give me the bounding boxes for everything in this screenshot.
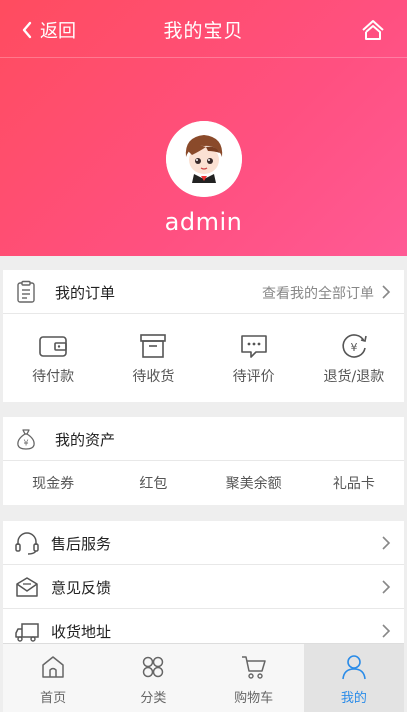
order-status-label: 待收货: [132, 369, 175, 385]
assets-header-row[interactable]: ¥ 我的资产: [3, 417, 404, 461]
tab-label: 分类: [140, 691, 167, 706]
asset-cash-coupon[interactable]: 现金券: [3, 473, 103, 493]
services-list: 售后服务 意见反馈 收货地址: [3, 521, 404, 643]
refund-icon: ¥: [342, 334, 367, 358]
chevron-right-icon: [382, 580, 391, 594]
list-item-feedback[interactable]: 意见反馈: [3, 565, 404, 609]
profile-header: 返回 我的宝贝 admin: [0, 0, 407, 256]
orders-title: 我的订单: [55, 284, 116, 302]
money-bag-icon: ¥: [17, 429, 35, 450]
tab-mine[interactable]: 我的: [303, 644, 404, 712]
order-status-label: 退货/退款: [323, 369, 385, 385]
svg-text:¥: ¥: [23, 439, 28, 448]
category-icon: [143, 656, 164, 678]
user-icon: [342, 655, 366, 680]
chevron-right-icon: [382, 285, 391, 299]
avatar[interactable]: [166, 121, 242, 197]
assets-grid: 现金券 红包 聚美余额 礼品卡: [3, 461, 404, 505]
order-status-label: 待评价: [232, 369, 275, 385]
order-refund[interactable]: ¥ 退货/退款: [304, 314, 404, 402]
order-pending-review[interactable]: 待评价: [204, 314, 304, 402]
tab-label: 首页: [40, 691, 67, 706]
list-item-label: 售后服务: [51, 535, 112, 553]
tab-label: 购物车: [234, 691, 274, 706]
tab-label: 我的: [340, 691, 367, 706]
clipboard-icon: [17, 280, 35, 303]
truck-icon: [15, 623, 39, 642]
username: admin: [164, 208, 243, 236]
bottom-tab-bar: 首页 分类 购物车 我的: [3, 643, 404, 712]
home-icon: [42, 656, 64, 678]
list-item-label: 意见反馈: [51, 579, 112, 597]
asset-red-packet[interactable]: 红包: [103, 473, 203, 493]
box-icon: [140, 334, 167, 358]
comment-icon: [240, 335, 267, 358]
cart-icon: [241, 656, 266, 679]
list-item-address[interactable]: 收货地址: [3, 609, 404, 643]
assets-title: 我的资产: [55, 431, 116, 449]
asset-balance[interactable]: 聚美余额: [204, 473, 304, 493]
orders-header-row[interactable]: 我的订单 查看我的全部订单: [3, 270, 404, 314]
tab-category[interactable]: 分类: [103, 644, 203, 712]
tab-home[interactable]: 首页: [3, 644, 103, 712]
orders-card: 我的订单 查看我的全部订单 待付款 待收货 待评价 ¥ 退货/退款: [3, 270, 404, 402]
wallet-icon: [39, 336, 67, 357]
feedback-icon: [16, 577, 38, 597]
chevron-right-icon: [382, 624, 391, 638]
svg-text:¥: ¥: [350, 341, 357, 354]
asset-gift-card[interactable]: 礼品卡: [304, 473, 404, 493]
headset-icon: [15, 532, 39, 555]
top-nav-bar: 返回 我的宝贝: [0, 0, 407, 58]
list-item-after-sales[interactable]: 售后服务: [3, 521, 404, 565]
order-status-label: 待付款: [32, 369, 75, 385]
assets-card: ¥ 我的资产 现金券 红包 聚美余额 礼品卡: [3, 417, 404, 505]
view-all-orders-link[interactable]: 查看我的全部订单: [262, 283, 374, 303]
order-status-grid: 待付款 待收货 待评价 ¥ 退货/退款: [3, 314, 404, 402]
chevron-right-icon: [382, 536, 391, 550]
page-title: 我的宝贝: [163, 20, 244, 42]
list-item-label: 收货地址: [51, 623, 112, 641]
order-pending-payment[interactable]: 待付款: [3, 314, 103, 402]
order-pending-receipt[interactable]: 待收货: [103, 314, 203, 402]
home-up-icon[interactable]: [361, 18, 385, 42]
tab-cart[interactable]: 购物车: [204, 644, 304, 712]
avatar-image: [166, 121, 242, 197]
